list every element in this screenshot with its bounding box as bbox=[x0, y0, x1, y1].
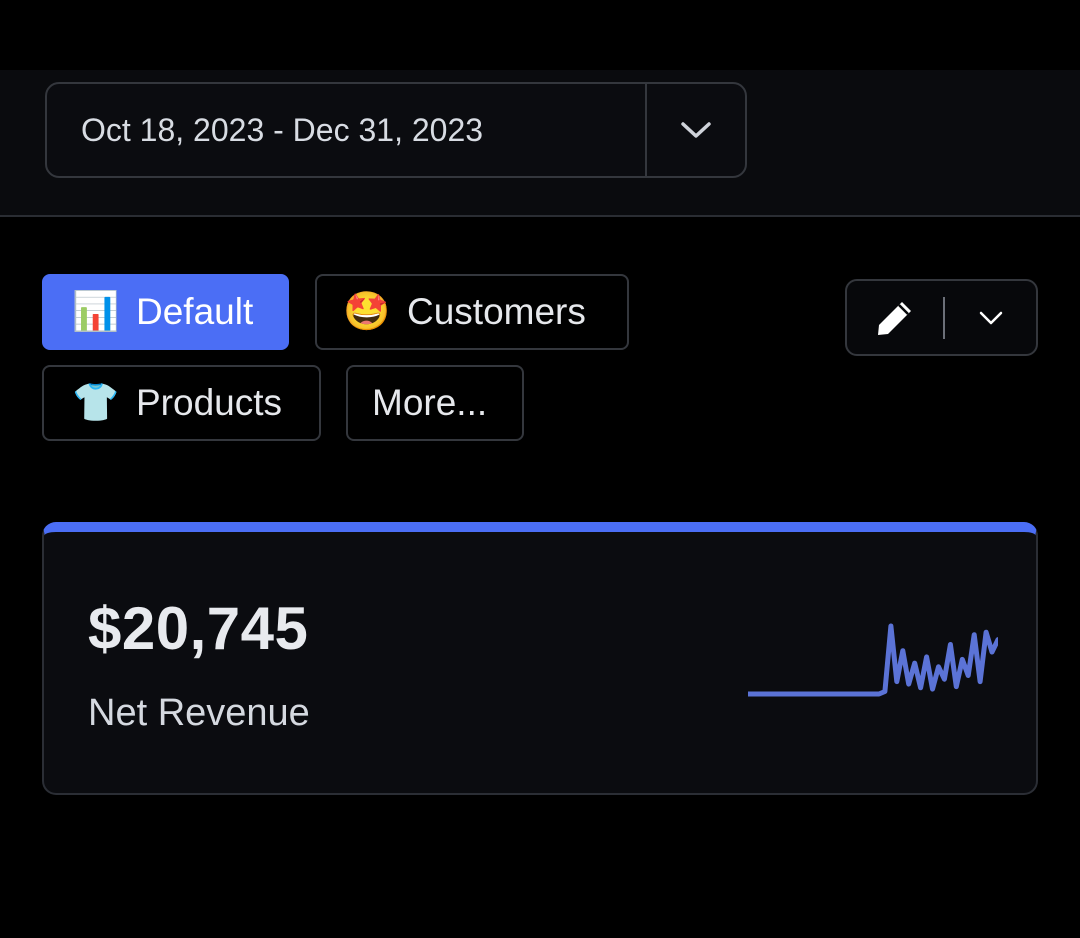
sparkline-series bbox=[748, 623, 998, 697]
top-strip bbox=[0, 0, 1080, 70]
tab-default[interactable]: 📊 Default bbox=[42, 274, 289, 350]
date-range-label[interactable]: Oct 18, 2023 - Dec 31, 2023 bbox=[47, 84, 647, 176]
tab-customers[interactable]: 🤩 Customers bbox=[315, 274, 629, 350]
tab-more[interactable]: More... bbox=[346, 365, 524, 441]
date-range-picker[interactable]: Oct 18, 2023 - Dec 31, 2023 bbox=[45, 82, 747, 178]
tab-products[interactable]: 👕 Products bbox=[42, 365, 321, 441]
tab-default-label: Default bbox=[136, 291, 254, 332]
star-struck-emoji-icon: 🤩 bbox=[343, 291, 391, 333]
chevron-down-icon bbox=[979, 311, 1002, 324]
tab-products-label: Products bbox=[136, 382, 283, 423]
pencil-icon bbox=[878, 301, 911, 335]
net-revenue-sparkline bbox=[748, 623, 998, 697]
edit-menu-toggle-button[interactable] bbox=[945, 281, 1036, 354]
edit-button-group[interactable] bbox=[845, 279, 1038, 356]
tab-customers-label: Customers bbox=[407, 291, 586, 332]
net-revenue-value: $20,745 bbox=[88, 595, 309, 662]
tab-more-label: More... bbox=[372, 382, 488, 423]
shirt-emoji-icon: 👕 bbox=[72, 382, 120, 424]
header-divider bbox=[0, 215, 1080, 217]
net-revenue-card[interactable]: $20,745 Net Revenue bbox=[42, 522, 1038, 795]
date-range-toggle-button[interactable] bbox=[647, 84, 745, 176]
net-revenue-label: Net Revenue bbox=[88, 692, 310, 734]
bar-chart-emoji-icon: 📊 bbox=[72, 291, 120, 333]
edit-button[interactable] bbox=[847, 281, 943, 354]
chevron-down-icon bbox=[681, 122, 711, 138]
